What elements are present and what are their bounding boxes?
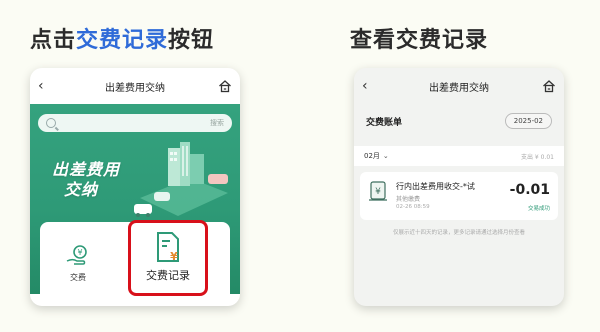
- month-label: 02月: [364, 152, 380, 160]
- search-placeholder: 搜索: [210, 119, 224, 127]
- receipt-yen-icon: ¥: [369, 181, 387, 201]
- footnote: 仅展示近十四天的记录，更多记录请通过选择月份查看: [392, 230, 525, 236]
- svg-text:¥: ¥: [170, 250, 178, 263]
- month-selector[interactable]: 02月 ⌄ 支出 ¥ 0.01: [354, 146, 564, 166]
- nav-bar: ‹ 出差费用交纳: [354, 68, 564, 104]
- chevron-down-icon: ⌄: [382, 152, 389, 160]
- svg-text:¥: ¥: [375, 187, 381, 197]
- phone-screenshot-home: ‹ 出差费用交纳 搜索 出差费用 交纳 ¥ 交费 ¥ 交费记录: [30, 68, 240, 306]
- pay-label: 交费: [70, 273, 86, 282]
- payment-record-label: 交费记录: [146, 269, 190, 282]
- city-illustration: [134, 142, 228, 217]
- hand-coin-icon: ¥: [66, 245, 87, 265]
- back-icon[interactable]: ‹: [38, 77, 44, 95]
- page-title: 出差费用交纳: [105, 82, 165, 94]
- search-icon: [46, 118, 56, 128]
- phone-screenshot-records: ‹ 出差费用交纳 交费账单 2025-02 02月 ⌄ 支出 ¥ 0.01 ¥ …: [354, 68, 564, 306]
- svg-text:¥: ¥: [77, 248, 82, 257]
- list-item[interactable]: ¥ 行内出差费用收交-*试 其他缴费 02-26 08:59 -0.01 交易成…: [360, 172, 558, 220]
- back-icon[interactable]: ‹: [362, 77, 368, 95]
- record-title: 行内出差费用收交-*试: [396, 182, 475, 191]
- status-badge: 交易成功: [527, 206, 550, 212]
- record-amount: -0.01: [509, 182, 550, 198]
- banner-title-line1: 出差费用: [52, 160, 121, 179]
- heading-prefix: 点击: [30, 28, 77, 53]
- bill-header: 交费账单 2025-02: [354, 104, 564, 138]
- banner-title-line2: 交纳: [64, 180, 99, 199]
- nav-bar: ‹ 出差费用交纳: [30, 68, 240, 104]
- instruction-heading-right: 查看交费记录: [350, 28, 489, 53]
- heading-suffix: 按钮: [168, 28, 215, 53]
- search-input[interactable]: 搜索: [38, 114, 232, 132]
- bill-title: 交费账单: [366, 117, 403, 128]
- page-title: 出差费用交纳: [429, 82, 489, 94]
- banner-title: 出差费用 交纳: [52, 160, 120, 200]
- payment-record-button[interactable]: ¥ 交费记录: [128, 220, 208, 296]
- record-time: 02-26 08:59: [396, 204, 430, 210]
- date-picker[interactable]: 2025-02: [504, 113, 552, 129]
- pay-button[interactable]: ¥ 交费: [54, 236, 102, 283]
- home-icon[interactable]: [218, 79, 232, 93]
- heading-highlight: 交费记录: [76, 28, 169, 53]
- record-subtitle: 其他缴费: [396, 196, 421, 203]
- document-yen-icon: ¥: [157, 232, 179, 263]
- month-stats: 支出 ¥ 0.01: [521, 153, 554, 161]
- instruction-heading-left: 点击交费记录按钮: [30, 22, 214, 54]
- home-icon[interactable]: [542, 79, 556, 93]
